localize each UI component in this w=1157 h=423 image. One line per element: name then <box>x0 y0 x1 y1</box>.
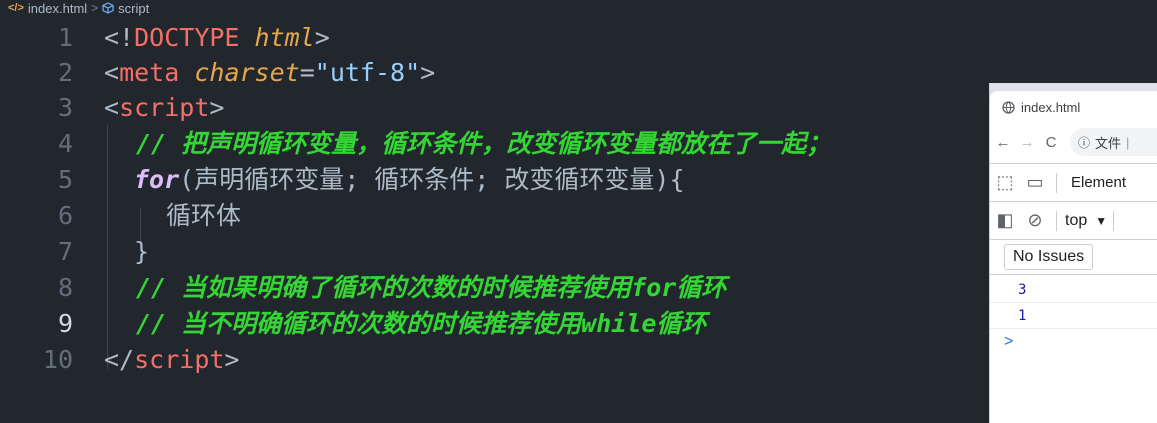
breadcrumb-separator: > <box>91 1 99 15</box>
line-number: 5 <box>57 165 73 194</box>
code-text: } <box>134 237 150 266</box>
line-number: 3 <box>57 93 73 122</box>
token: <! <box>104 23 135 52</box>
code-comment: // 把声明循环变量，循环条件，改变循环变量都放在了一起； <box>136 129 832 158</box>
code-line-8[interactable]: 8 // 当如果明确了循环的次数的时候推荐使用for循环 <box>0 270 1000 306</box>
code-line-2[interactable]: 2 <meta charset="utf-8"> <box>0 55 1000 91</box>
sidebar-toggle-icon[interactable]: ◧ <box>990 210 1020 231</box>
browser-toolbar: ← → C ⓘ 文件 | <box>990 123 1157 161</box>
line-number: 8 <box>57 273 73 302</box>
code-text: <!DOCTYPE html> <box>104 20 330 56</box>
address-divider: | <box>1126 134 1130 150</box>
breadcrumb: </> index.html > script <box>0 0 1157 16</box>
console-value: 3 <box>1018 282 1027 298</box>
forward-arrow-icon[interactable]: → <box>1016 134 1038 151</box>
token: script <box>119 93 210 122</box>
context-selector[interactable]: top <box>1065 212 1087 230</box>
code-comment: // 当如果明确了循环的次数的时候推荐使用for循环 <box>136 273 727 302</box>
token: html <box>254 23 315 52</box>
line-number: 7 <box>57 237 73 266</box>
divider <box>1056 172 1057 193</box>
token: < <box>104 93 120 122</box>
tab-strip: index.html <box>990 83 1157 123</box>
token: = <box>299 58 315 87</box>
issues-button[interactable]: No Issues <box>1004 244 1094 270</box>
html-file-icon: </> <box>8 2 24 14</box>
token: (声明循环变量; 循环条件; 改变循环变量){ <box>179 165 685 194</box>
token: for <box>134 165 180 194</box>
browser-tab[interactable]: index.html <box>990 91 1157 123</box>
divider <box>1056 210 1057 231</box>
clear-console-icon[interactable]: ⊘ <box>1020 210 1050 231</box>
device-toolbar-icon[interactable]: ▭ <box>1020 172 1050 193</box>
breadcrumb-symbol[interactable]: script <box>118 1 149 16</box>
token: meta <box>119 58 180 87</box>
line-number-active: 9 <box>57 309 73 338</box>
line-number: 6 <box>57 201 73 230</box>
console-toolbar: ◧ ⊘ top ▼ <box>990 201 1157 239</box>
globe-icon <box>1002 100 1015 114</box>
code-text: for(声明循环变量; 循环条件; 改变循环变量){ <box>134 162 685 198</box>
token: DOCTYPE <box>134 23 240 52</box>
token: </ <box>104 345 135 374</box>
token: > <box>224 345 240 374</box>
dropdown-triangle-icon[interactable]: ▼ <box>1095 214 1107 228</box>
divider <box>1113 210 1115 231</box>
line-number: 1 <box>57 23 73 52</box>
code-line-5[interactable]: 5 for(声明循环变量; 循环条件; 改变循环变量){ <box>0 162 1000 198</box>
browser-window: index.html ← → C ⓘ 文件 | ⬚ ▭ Element ◧ ⊘ … <box>989 83 1157 423</box>
address-bar[interactable]: ⓘ 文件 | <box>1070 128 1157 156</box>
code-line-1[interactable]: 1 <!DOCTYPE html> <box>0 20 1000 56</box>
console-output-line: 1 <box>990 303 1157 329</box>
code-comment: // 当不明确循环的次数的时候推荐使用while循环 <box>136 309 707 338</box>
symbol-cube-icon <box>102 2 114 14</box>
token: > <box>420 58 436 87</box>
address-label: 文件 <box>1095 135 1122 151</box>
tab-elements[interactable]: Element <box>1071 174 1126 191</box>
console-prompt[interactable]: > <box>990 330 1157 354</box>
code-line-10[interactable]: 10 </script> <box>0 342 1000 378</box>
token: "utf-8" <box>314 58 421 87</box>
chevron-right-icon: > <box>1004 333 1014 350</box>
console-value: 1 <box>1018 308 1027 324</box>
code-text: 循环体 <box>166 201 242 230</box>
token: > <box>209 93 225 122</box>
code-text: <script> <box>104 90 224 126</box>
console-output-line: 3 <box>990 277 1157 303</box>
line-number: 4 <box>57 129 73 158</box>
token: charset <box>194 58 300 87</box>
line-number: 2 <box>57 58 73 87</box>
tab-title: index.html <box>1021 99 1081 115</box>
code-line-9[interactable]: 9 // 当不明确循环的次数的时候推荐使用while循环 <box>0 306 1000 342</box>
code-line-4[interactable]: 4 // 把声明循环变量，循环条件，改变循环变量都放在了一起； <box>0 126 1000 162</box>
code-text: <meta charset="utf-8"> <box>104 55 435 91</box>
reload-icon[interactable]: C <box>1040 134 1062 151</box>
token: > <box>314 23 330 52</box>
breadcrumb-file[interactable]: index.html <box>28 1 87 16</box>
devtools-tabbar: ⬚ ▭ Element <box>990 163 1157 201</box>
code-line-7[interactable]: 7 } <box>0 234 1000 270</box>
inspect-element-icon[interactable]: ⬚ <box>990 172 1020 193</box>
code-text: </script> <box>104 342 239 378</box>
issues-bar: No Issues <box>990 239 1157 275</box>
code-line-3[interactable]: 3 <script> <box>0 90 1000 126</box>
token: < <box>104 58 120 87</box>
token: script <box>134 345 225 374</box>
back-arrow-icon[interactable]: ← <box>992 134 1014 151</box>
line-number: 10 <box>42 345 73 374</box>
info-icon[interactable]: ⓘ <box>1078 134 1090 151</box>
code-editor[interactable]: 1 <!DOCTYPE html> 2 <meta charset="utf-8… <box>0 20 1157 423</box>
code-line-6[interactable]: 6 循环体 <box>0 198 1000 234</box>
